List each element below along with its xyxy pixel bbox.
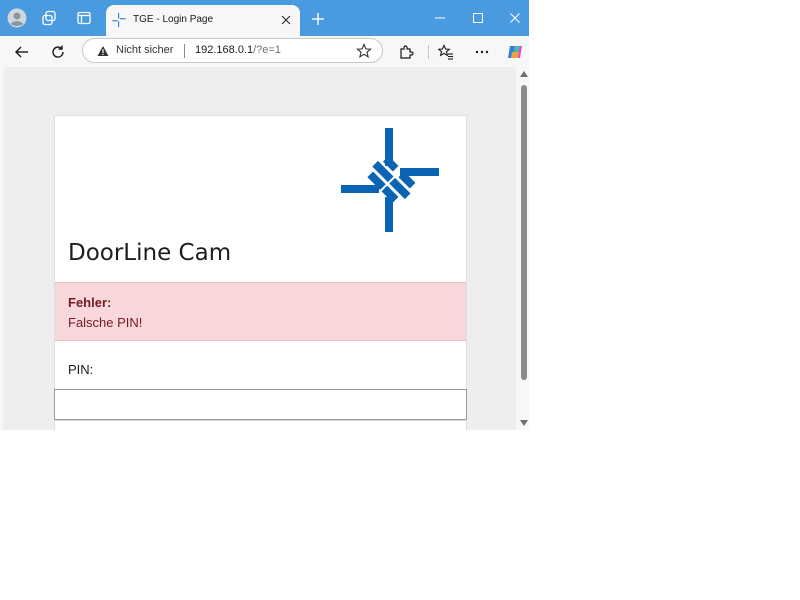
pin-input[interactable] — [54, 389, 467, 420]
security-label[interactable]: Nicht sicher — [116, 44, 173, 56]
refresh-icon[interactable] — [47, 41, 69, 63]
error-heading: Fehler: — [68, 295, 112, 310]
address-bar[interactable]: Nicht sicher 192.168.0.1/?e=1 — [82, 38, 383, 63]
minimize-icon[interactable] — [430, 9, 450, 27]
favorite-star-icon[interactable] — [356, 43, 372, 59]
warning-icon[interactable] — [97, 44, 109, 56]
browser-toolbar: Nicht sicher 192.168.0.1/?e=1 — [0, 36, 529, 67]
error-message: Falsche PIN! — [68, 315, 143, 330]
close-icon[interactable] — [278, 12, 294, 28]
more-icon[interactable] — [471, 41, 493, 63]
scroll-thumb[interactable] — [521, 85, 527, 380]
close-window-icon[interactable] — [505, 9, 525, 27]
login-card: DoorLine Cam Fehler: Falsche PIN! PIN: — [54, 115, 467, 430]
maximize-icon[interactable] — [468, 9, 488, 27]
url-host: 192.168.0.1 — [195, 44, 254, 56]
tab-title: TGE - Login Page — [133, 14, 214, 25]
scroll-up-icon[interactable] — [520, 71, 528, 77]
url-path: /?e=1 — [253, 44, 281, 56]
profile-icon[interactable] — [7, 8, 27, 28]
pin-label: PIN: — [68, 362, 94, 377]
page-viewport: DoorLine Cam Fehler: Falsche PIN! PIN: — [3, 67, 516, 430]
scroll-down-icon[interactable] — [520, 420, 528, 426]
tab-favicon — [112, 13, 126, 32]
address-separator — [184, 44, 185, 58]
error-alert: Fehler: Falsche PIN! — [55, 282, 466, 341]
favorites-icon[interactable] — [435, 41, 457, 63]
copilot-icon[interactable] — [504, 41, 526, 63]
toolbar-divider — [428, 45, 429, 59]
card-divider — [55, 420, 466, 421]
extensions-icon[interactable] — [395, 41, 417, 63]
new-tab-icon[interactable] — [308, 9, 328, 29]
company-logo — [341, 128, 439, 237]
url-text[interactable]: 192.168.0.1/?e=1 — [195, 44, 281, 56]
tab-actions-icon[interactable] — [74, 8, 94, 28]
page-scrollbar[interactable] — [517, 67, 529, 430]
tab-strip: TGE - Login Page — [0, 0, 529, 36]
tab-active[interactable]: TGE - Login Page — [106, 5, 300, 36]
app-title: DoorLine Cam — [68, 240, 232, 266]
browser-window: TGE - Login Page Nicht sicher 192.168.0.… — [0, 0, 529, 430]
back-icon[interactable] — [11, 41, 33, 63]
workspaces-icon[interactable] — [39, 8, 59, 28]
